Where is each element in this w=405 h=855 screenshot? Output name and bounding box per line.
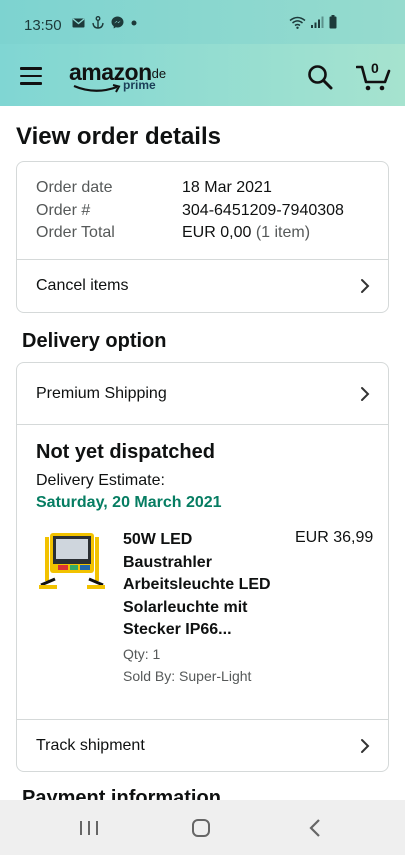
order-total-amount: EUR 0,00 xyxy=(182,224,252,241)
app-header: amazon .de prime 0 xyxy=(0,44,405,106)
track-shipment-button[interactable]: Track shipment xyxy=(17,720,388,772)
product-title-line: 50W LED xyxy=(123,531,193,548)
cart-button[interactable]: 0 xyxy=(355,60,392,92)
delivery-section-title: Delivery option xyxy=(22,330,167,352)
wifi-icon xyxy=(289,16,306,34)
logo-prime: prime xyxy=(123,78,156,92)
dot-icon xyxy=(131,20,137,26)
chevron-right-icon xyxy=(361,387,370,401)
page-title: View order details xyxy=(16,123,221,150)
signal-icon xyxy=(311,16,324,34)
product-seller: Sold By: Super-Light xyxy=(123,668,252,684)
product-title-line: Arbeitsleuchte LED xyxy=(123,576,271,593)
delivery-card: Premium Shipping Not yet dispatched Deli… xyxy=(16,362,389,772)
product-title[interactable]: 50W LED Baustrahler Arbeitsleuchte LED S… xyxy=(123,529,288,642)
status-bar: 13:50 xyxy=(0,0,405,44)
back-icon[interactable] xyxy=(300,814,330,842)
shipping-option-label: Premium Shipping xyxy=(36,385,167,402)
delivery-estimate-label: Delivery Estimate: xyxy=(36,472,165,489)
order-number-value: 304-6451209-7940308 xyxy=(182,201,344,219)
battery-icon xyxy=(329,15,337,34)
cart-count: 0 xyxy=(371,60,379,76)
product-qty: Qty: 1 xyxy=(123,646,161,662)
search-icon[interactable] xyxy=(307,64,333,90)
chevron-right-icon xyxy=(361,279,370,293)
mail-icon xyxy=(72,17,85,28)
status-time: 13:50 xyxy=(24,17,62,34)
amazon-prime-logo[interactable]: amazon .de prime xyxy=(69,59,179,95)
order-date-value: 18 Mar 2021 xyxy=(182,179,272,196)
order-summary-card: Order date 18 Mar 2021 Order # 304-64512… xyxy=(16,161,389,313)
cancel-items-label: Cancel items xyxy=(36,277,129,294)
smile-arrow-icon xyxy=(73,84,121,93)
cancel-items-button[interactable]: Cancel items xyxy=(17,260,388,312)
track-shipment-label: Track shipment xyxy=(36,737,145,754)
order-date-label: Order date xyxy=(36,179,113,196)
product-title-line: Solarleuchte mit xyxy=(123,598,248,616)
product-title-line: Stecker IP66... xyxy=(123,621,232,638)
product-title-line: Baustrahler xyxy=(123,553,212,571)
delivery-estimate-date: Saturday, 20 March 2021 xyxy=(36,494,222,511)
payment-section-title: Payment information xyxy=(22,787,221,800)
order-total-label: Order Total xyxy=(36,224,115,241)
shipment-status: Not yet dispatched xyxy=(36,441,215,463)
order-total-items: (1 item) xyxy=(255,224,311,241)
recent-apps-icon[interactable] xyxy=(74,814,104,842)
chevron-right-icon xyxy=(361,739,370,753)
home-icon[interactable] xyxy=(186,814,216,842)
menu-icon[interactable] xyxy=(20,67,42,85)
order-total-value: EUR 0,00 (1 item) xyxy=(182,224,310,242)
divider xyxy=(17,424,388,425)
messenger-icon xyxy=(111,16,124,29)
premium-shipping-button[interactable]: Premium Shipping xyxy=(17,363,388,424)
order-number-label: Order # xyxy=(36,201,91,219)
product-price: EUR 36,99 xyxy=(295,529,374,546)
system-nav-bar xyxy=(0,800,405,855)
main-content[interactable]: View order details Order date 18 Mar 202… xyxy=(0,106,405,800)
anchor-icon xyxy=(92,16,104,29)
product-image[interactable] xyxy=(37,529,107,595)
